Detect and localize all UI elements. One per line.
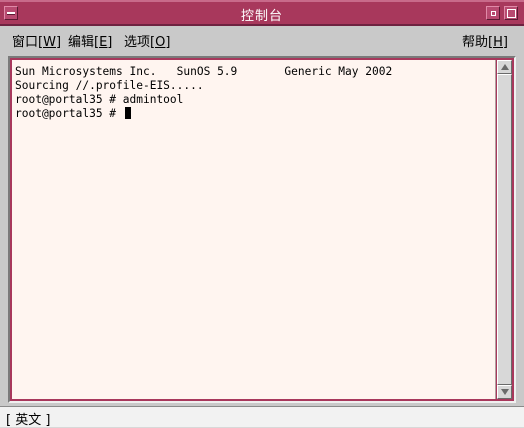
text-cursor (124, 107, 131, 119)
scroll-up-arrow-icon[interactable] (497, 60, 512, 74)
maximize-icon[interactable] (504, 6, 518, 20)
menu-window-label: 窗口 (12, 35, 39, 50)
scrollbar-thumb[interactable] (497, 74, 512, 385)
menu-help-mnemonic: [H] (488, 35, 508, 50)
terminal-prompt-line[interactable]: root@portal35 # (15, 107, 492, 121)
ime-status-bar: [ 英文 ] (0, 406, 524, 428)
window-title: 控制台 (240, 9, 283, 24)
scroll-down-arrow-icon[interactable] (497, 385, 512, 399)
vertical-scrollbar[interactable] (497, 60, 512, 399)
minimize-icon[interactable] (486, 6, 500, 20)
menu-options-label: 选项 (124, 35, 151, 50)
console-window: 控制台 窗口[W] 编辑[E] 选项[O] 帮助[H] Sun Microsys… (0, 0, 524, 406)
terminal-prompt: root@portal35 # (15, 107, 123, 120)
ime-mode-indicator[interactable]: [ 英文 ] (6, 409, 50, 428)
menu-window[interactable]: 窗口[W] (12, 31, 61, 50)
terminal-line: root@portal35 # admintool (15, 93, 184, 106)
menu-options[interactable]: 选项[O] (124, 31, 170, 50)
title-bar[interactable]: 控制台 (0, 0, 524, 26)
terminal-frame: Sun Microsystems Inc. SunOS 5.9 Generic … (8, 56, 516, 403)
menu-edit-mnemonic: [E] (94, 35, 113, 50)
terminal-output[interactable]: Sun Microsystems Inc. SunOS 5.9 Generic … (12, 60, 496, 399)
menu-help-label: 帮助 (462, 35, 489, 50)
menu-edit-label: 编辑 (68, 35, 95, 50)
terminal-line: Sun Microsystems Inc. SunOS 5.9 Generic … (15, 65, 393, 78)
menu-window-mnemonic: [W] (38, 35, 62, 50)
menu-edit[interactable]: 编辑[E] (68, 31, 112, 50)
menu-options-mnemonic: [O] (150, 35, 171, 50)
terminal-line: Sourcing //.profile-EIS..... (15, 79, 204, 92)
menu-help[interactable]: 帮助[H] (462, 31, 508, 50)
menu-bar: 窗口[W] 编辑[E] 选项[O] 帮助[H] (4, 28, 520, 52)
